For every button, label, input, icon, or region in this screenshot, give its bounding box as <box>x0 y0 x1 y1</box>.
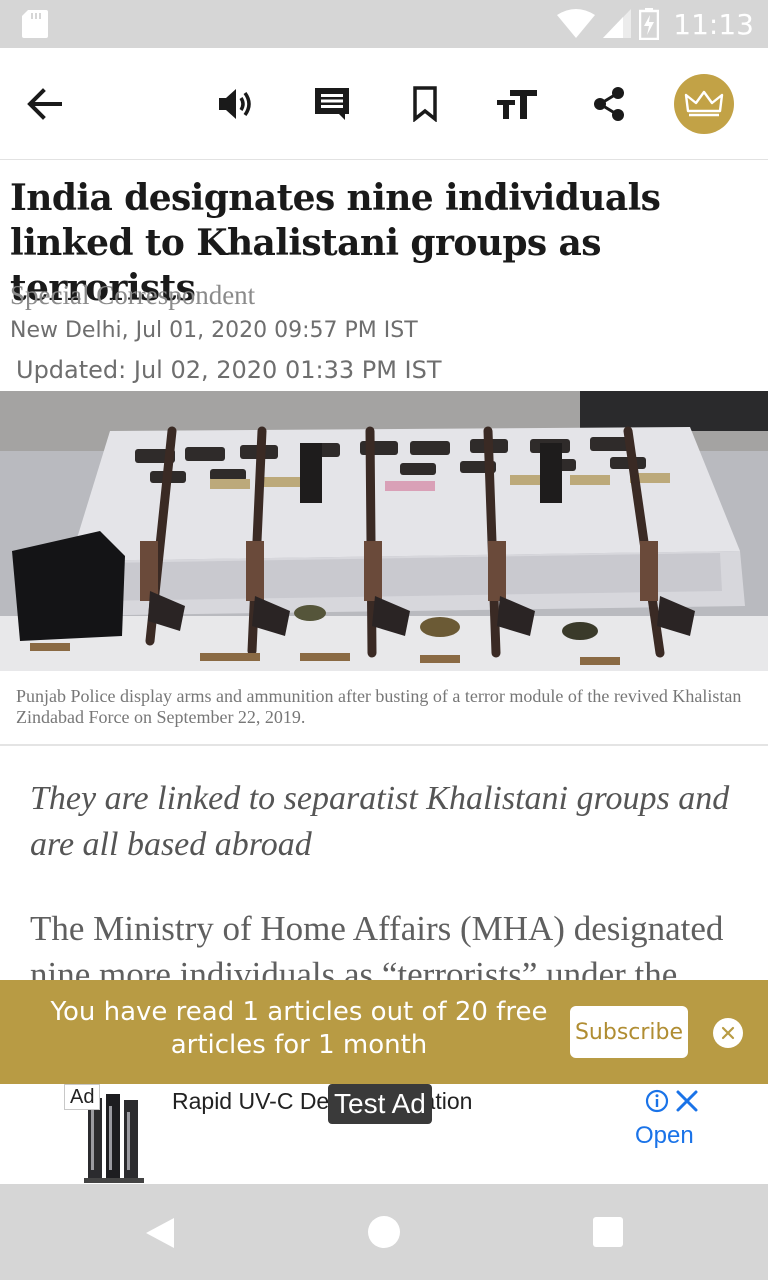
article-author[interactable]: Special Correspondent <box>10 280 255 311</box>
nav-recents-icon[interactable] <box>592 1216 624 1248</box>
bookmark-button[interactable] <box>399 78 451 130</box>
article-updated-time: Updated: Jul 02, 2020 01:33 PM IST <box>16 356 442 384</box>
ad-open-button[interactable]: Open <box>635 1122 694 1150</box>
nav-home-icon[interactable] <box>368 1216 400 1248</box>
bookmark-icon <box>413 86 437 122</box>
section-divider <box>0 744 768 746</box>
comment-icon <box>315 88 349 120</box>
article-body: The Ministry of Home Affairs (MHA) desig… <box>30 909 724 982</box>
clock: 11:13 <box>673 7 754 41</box>
share-icon <box>594 87 624 121</box>
paywall-close-button[interactable] <box>713 1018 743 1048</box>
article-standfirst: They are linked to separatist Khalistani… <box>30 780 730 863</box>
test-ad-label: Test Ad <box>328 1084 432 1124</box>
ad-badge: Ad <box>64 1084 101 1110</box>
listen-button[interactable] <box>212 78 264 130</box>
paywall-message: You have read 1 articles out of 20 free … <box>50 997 548 1060</box>
close-icon <box>721 1026 735 1040</box>
article-dateline: New Delhi, Jul 01, 2020 09:57 PM IST <box>10 318 418 343</box>
back-button[interactable] <box>18 78 70 130</box>
wifi-icon <box>557 9 596 38</box>
photo-caption: Punjab Police display arms and ammunitio… <box>16 686 742 727</box>
text-size-button[interactable] <box>491 78 543 130</box>
premium-button[interactable] <box>674 74 734 134</box>
battery-icon <box>639 8 660 40</box>
back-arrow-icon <box>27 88 62 120</box>
text-size-icon <box>497 90 537 119</box>
share-button[interactable] <box>583 78 635 130</box>
ad-close-icon[interactable] <box>675 1089 699 1113</box>
signal-icon <box>603 9 632 38</box>
comments-button[interactable] <box>306 78 358 130</box>
article-toolbar <box>0 48 768 160</box>
subscribe-button[interactable]: Subscribe <box>570 1006 688 1058</box>
nav-back-icon[interactable] <box>144 1216 176 1250</box>
crown-icon <box>684 90 724 117</box>
info-icon[interactable] <box>645 1089 669 1113</box>
article-photo[interactable] <box>0 391 768 671</box>
sd-card-icon <box>22 10 48 38</box>
photo-illustration <box>0 391 768 671</box>
status-bar: 11:13 <box>0 0 768 48</box>
speaker-icon <box>219 89 251 119</box>
system-nav-bar <box>0 1184 768 1280</box>
